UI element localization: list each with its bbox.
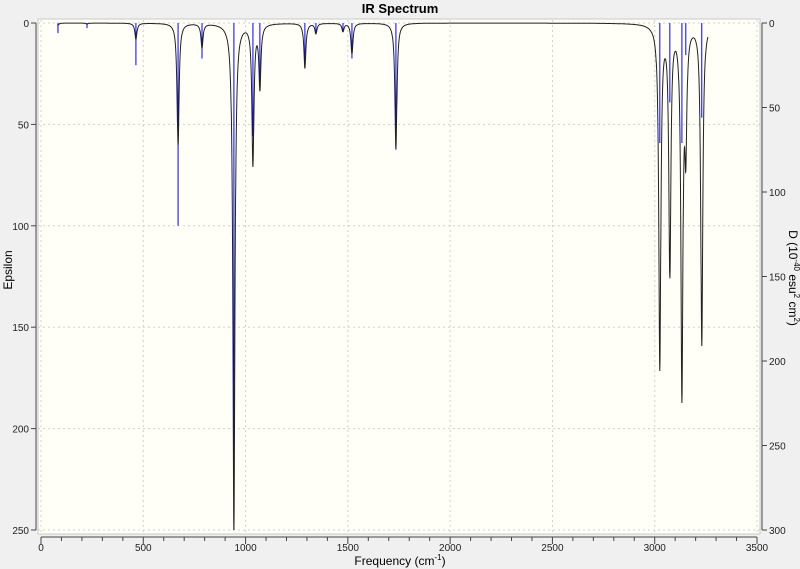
ir-spectrum-chart: 0 500 1000 1500 2000 2500 3000 3500050100150200… bbox=[1, 1, 800, 568]
y-right-tick-label: 300 bbox=[769, 526, 786, 537]
x-tick-label: 1000 bbox=[234, 543, 257, 554]
y-right-tick-label: 250 bbox=[769, 442, 786, 453]
x-tick-label: 0 bbox=[38, 543, 44, 554]
x-tick-label: 1500 bbox=[337, 543, 360, 554]
y-tick-label: 200 bbox=[12, 425, 29, 436]
y-tick-label: 100 bbox=[12, 222, 29, 233]
x-tick-label: 3000 bbox=[644, 543, 667, 554]
y-tick-label: 0 bbox=[23, 19, 29, 30]
chart-title: IR Spectrum bbox=[362, 1, 439, 16]
y-right-tick-label: 150 bbox=[769, 273, 786, 284]
y-axis-right-label: D (10-40 esu2 cm2) bbox=[786, 230, 800, 326]
x-tick-label: 500 bbox=[135, 543, 152, 554]
plot-area bbox=[37, 18, 761, 535]
y-right-tick-label: 50 bbox=[769, 104, 781, 115]
x-axis-label: Frequency (cm-1) bbox=[354, 553, 445, 568]
y-tick-label: 50 bbox=[18, 120, 30, 131]
x-tick-label: 2500 bbox=[541, 543, 564, 554]
y-tick-label: 250 bbox=[12, 526, 29, 537]
x-tick-label: 2000 bbox=[439, 543, 462, 554]
y-right-tick-label: 200 bbox=[769, 357, 786, 368]
y-tick-label: 150 bbox=[12, 323, 29, 334]
y-axis-label: Epsilon bbox=[1, 250, 15, 289]
y-right-tick-label: 0 bbox=[769, 19, 775, 30]
x-tick-label: 3500 bbox=[746, 543, 769, 554]
y-right-tick-label: 100 bbox=[769, 188, 786, 199]
